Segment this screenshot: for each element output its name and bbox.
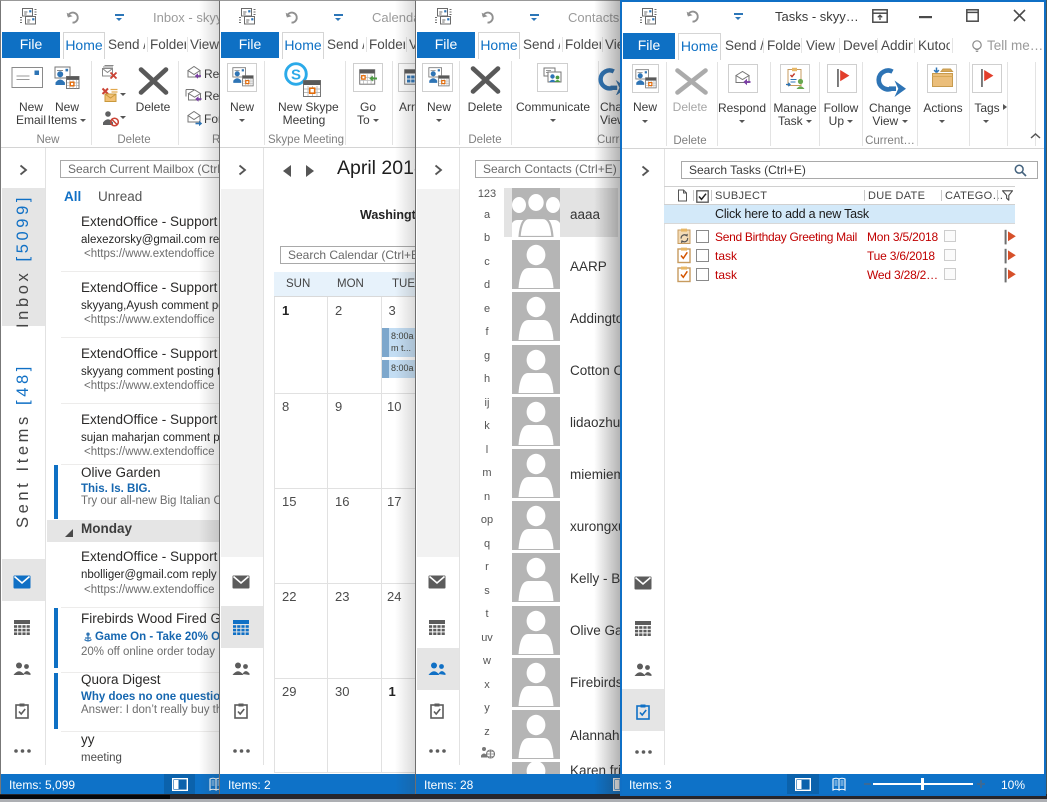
svg-text:S: S [291,67,301,84]
